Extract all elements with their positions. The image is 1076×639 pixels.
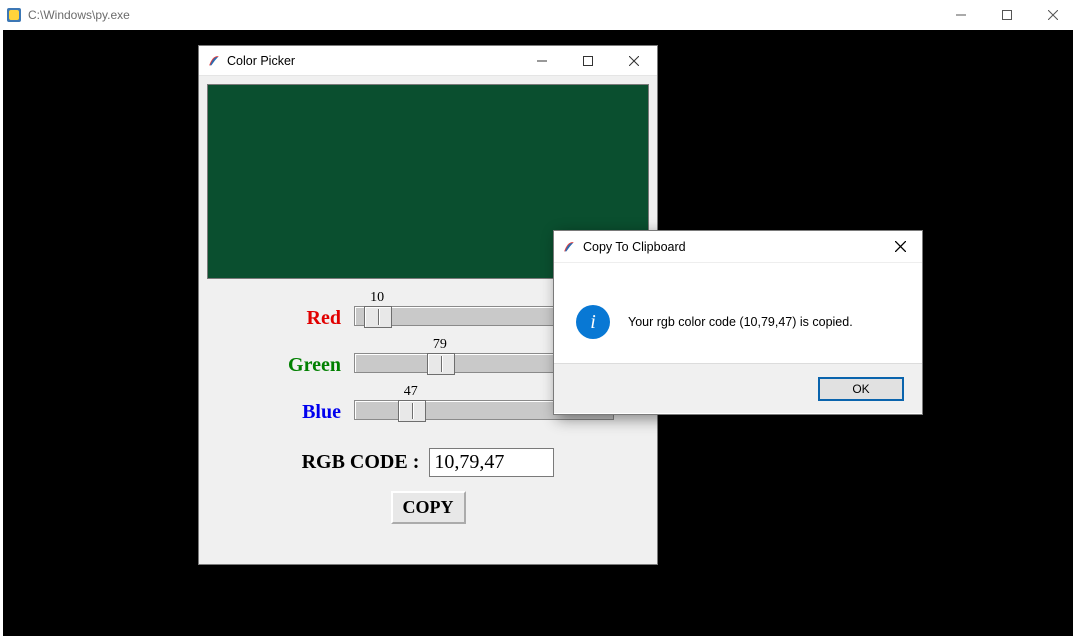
messagebox-body: i Your rgb color code (10,79,47) is copi… — [554, 263, 922, 363]
console-client-area: Color Picker Red — [3, 30, 1073, 636]
picker-close-button[interactable] — [611, 46, 657, 76]
ok-button[interactable]: OK — [818, 377, 904, 401]
slider-blue-value: 47 — [404, 384, 418, 400]
rgbcode-input[interactable] — [429, 448, 554, 477]
messagebox-footer: OK — [554, 363, 922, 413]
tk-feather-icon — [207, 54, 221, 68]
outer-window-title: C:\Windows\py.exe — [28, 8, 130, 22]
copy-button[interactable]: COPY — [391, 491, 466, 524]
label-green: Green — [241, 336, 351, 381]
slider-red-value: 10 — [370, 290, 384, 306]
label-red: Red — [241, 289, 351, 334]
messagebox-window: Copy To Clipboard i Your rgb color code … — [553, 230, 923, 415]
picker-minimize-button[interactable] — [519, 46, 565, 76]
info-icon: i — [576, 305, 610, 339]
pyexe-window: C:\Windows\py.exe Color Picker — [0, 0, 1076, 639]
messagebox-titlebar[interactable]: Copy To Clipboard — [554, 231, 922, 263]
rgbcode-row: RGB CODE : — [199, 448, 657, 477]
outer-close-button[interactable] — [1030, 0, 1076, 30]
messagebox-message: Your rgb color code (10,79,47) is copied… — [628, 315, 853, 329]
python-exe-icon — [6, 7, 22, 23]
messagebox-close-button[interactable] — [886, 233, 914, 261]
outer-minimize-button[interactable] — [938, 0, 984, 30]
slider-red-thumb[interactable] — [364, 306, 392, 328]
slider-green-value: 79 — [433, 337, 447, 353]
label-blue: Blue — [241, 383, 351, 428]
picker-window-title: Color Picker — [227, 54, 295, 68]
rgbcode-label: RGB CODE : — [302, 451, 420, 474]
outer-maximize-button[interactable] — [984, 0, 1030, 30]
outer-titlebar[interactable]: C:\Windows\py.exe — [0, 0, 1076, 30]
picker-maximize-button[interactable] — [565, 46, 611, 76]
slider-blue-thumb[interactable] — [398, 400, 426, 422]
tk-feather-icon — [562, 240, 576, 254]
slider-green-thumb[interactable] — [427, 353, 455, 375]
picker-titlebar[interactable]: Color Picker — [199, 46, 657, 76]
messagebox-title: Copy To Clipboard — [583, 240, 686, 254]
